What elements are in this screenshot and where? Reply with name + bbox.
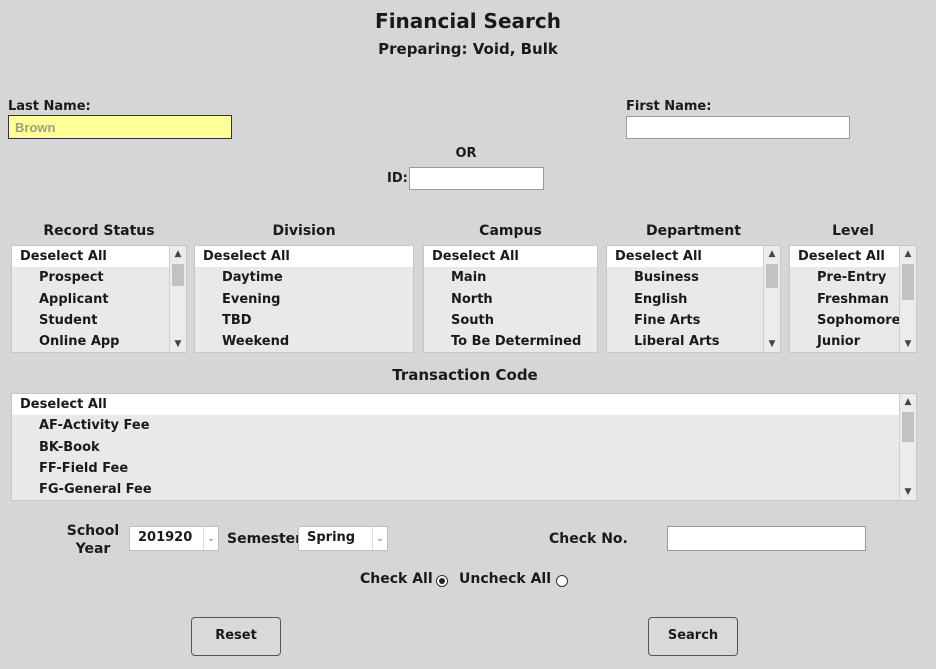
last-name-input[interactable] bbox=[8, 115, 232, 139]
list-item[interactable]: Liberal Arts bbox=[607, 331, 780, 352]
page-title: Financial Search bbox=[375, 9, 561, 33]
check-all-label: Check All bbox=[360, 571, 433, 587]
scrollbar[interactable]: ▲ ▼ bbox=[899, 246, 916, 352]
list-item[interactable]: Pre-Entry bbox=[790, 267, 916, 288]
list-item[interactable]: FF-Field Fee bbox=[12, 458, 916, 479]
list-item[interactable]: Weekend bbox=[195, 331, 413, 352]
list-item[interactable]: Student bbox=[12, 310, 186, 331]
level-list[interactable]: Deselect All Pre-Entry Freshman Sophomor… bbox=[789, 245, 917, 353]
campus-list[interactable]: Deselect All Main North South To Be Dete… bbox=[423, 245, 598, 353]
list-item[interactable]: BK-Book bbox=[12, 437, 916, 458]
reset-button[interactable]: Reset bbox=[191, 617, 281, 656]
search-button[interactable]: Search bbox=[648, 617, 738, 656]
id-label: ID: bbox=[387, 171, 408, 186]
record-status-list[interactable]: Deselect All Prospect Applicant Student … bbox=[11, 245, 187, 353]
list-item[interactable]: To Be Determined bbox=[424, 331, 597, 352]
scroll-up-icon[interactable]: ▲ bbox=[900, 246, 916, 262]
scroll-down-icon[interactable]: ▼ bbox=[764, 336, 780, 352]
scroll-up-icon[interactable]: ▲ bbox=[170, 246, 186, 262]
chevron-down-icon[interactable]: ⌄ bbox=[372, 527, 387, 550]
list-item[interactable]: Deselect All bbox=[424, 246, 597, 268]
page-subtitle: Preparing: Void, Bulk bbox=[378, 40, 558, 58]
scroll-down-icon[interactable]: ▼ bbox=[900, 336, 916, 352]
transaction-code-heading: Transaction Code bbox=[392, 366, 538, 384]
campus-heading: Campus bbox=[479, 223, 542, 239]
scrollbar[interactable]: ▲ ▼ bbox=[899, 394, 916, 500]
list-item[interactable]: Junior bbox=[790, 331, 916, 352]
department-list[interactable]: Deselect All Business English Fine Arts … bbox=[606, 245, 781, 353]
list-item[interactable]: AF-Activity Fee bbox=[12, 415, 916, 436]
division-heading: Division bbox=[272, 223, 336, 239]
list-item[interactable]: Evening bbox=[195, 289, 413, 310]
list-item[interactable]: Deselect All bbox=[12, 246, 186, 268]
list-item[interactable]: Sophomore bbox=[790, 310, 916, 331]
level-heading: Level bbox=[832, 223, 874, 239]
list-item[interactable]: Deselect All bbox=[12, 394, 916, 416]
uncheck-all-label: Uncheck All bbox=[459, 571, 552, 587]
or-label: OR bbox=[455, 146, 477, 161]
scroll-thumb[interactable] bbox=[902, 412, 914, 442]
list-item[interactable]: Business bbox=[607, 267, 780, 288]
check-all-radio[interactable] bbox=[436, 575, 448, 587]
scroll-down-icon[interactable]: ▼ bbox=[170, 336, 186, 352]
first-name-label: First Name: bbox=[626, 99, 712, 114]
scroll-thumb[interactable] bbox=[172, 264, 184, 286]
list-item[interactable]: TBD bbox=[195, 310, 413, 331]
last-name-label: Last Name: bbox=[8, 99, 91, 114]
uncheck-all-radio[interactable] bbox=[556, 575, 568, 587]
scroll-up-icon[interactable]: ▲ bbox=[900, 394, 916, 410]
scrollbar[interactable]: ▲ ▼ bbox=[763, 246, 780, 352]
semester-select[interactable]: Spring ⌄ bbox=[298, 526, 388, 551]
semester-label: Semester bbox=[227, 531, 303, 547]
scroll-up-icon[interactable]: ▲ bbox=[764, 246, 780, 262]
transaction-code-list[interactable]: Deselect All AF-Activity Fee BK-Book FF-… bbox=[11, 393, 917, 501]
division-list[interactable]: Deselect All Daytime Evening TBD Weekend bbox=[194, 245, 414, 353]
check-no-input[interactable] bbox=[667, 526, 866, 551]
list-item[interactable]: Fine Arts bbox=[607, 310, 780, 331]
list-item[interactable]: Deselect All bbox=[607, 246, 780, 268]
id-input[interactable] bbox=[409, 167, 544, 190]
list-item[interactable]: Online App bbox=[12, 331, 186, 352]
scrollbar[interactable]: ▲ ▼ bbox=[169, 246, 186, 352]
list-item[interactable]: North bbox=[424, 289, 597, 310]
record-status-heading: Record Status bbox=[43, 223, 155, 239]
list-item[interactable]: FG-General Fee bbox=[12, 479, 916, 500]
scroll-thumb[interactable] bbox=[902, 264, 914, 300]
school-year-select[interactable]: 201920 ⌄ bbox=[129, 526, 219, 551]
department-heading: Department bbox=[646, 223, 741, 239]
list-item[interactable]: South bbox=[424, 310, 597, 331]
first-name-input[interactable] bbox=[626, 116, 850, 139]
list-item[interactable]: English bbox=[607, 289, 780, 310]
list-item[interactable]: Prospect bbox=[12, 267, 186, 288]
list-item[interactable]: Deselect All bbox=[195, 246, 413, 268]
scroll-down-icon[interactable]: ▼ bbox=[900, 484, 916, 500]
check-no-label: Check No. bbox=[549, 531, 628, 547]
list-item[interactable]: Freshman bbox=[790, 289, 916, 310]
scroll-thumb[interactable] bbox=[766, 264, 778, 288]
list-item[interactable]: Main bbox=[424, 267, 597, 288]
list-item[interactable]: Applicant bbox=[12, 289, 186, 310]
list-item[interactable]: Deselect All bbox=[790, 246, 916, 268]
school-year-label: School Year bbox=[66, 523, 120, 557]
chevron-down-icon[interactable]: ⌄ bbox=[203, 527, 218, 550]
list-item[interactable]: Daytime bbox=[195, 267, 413, 288]
